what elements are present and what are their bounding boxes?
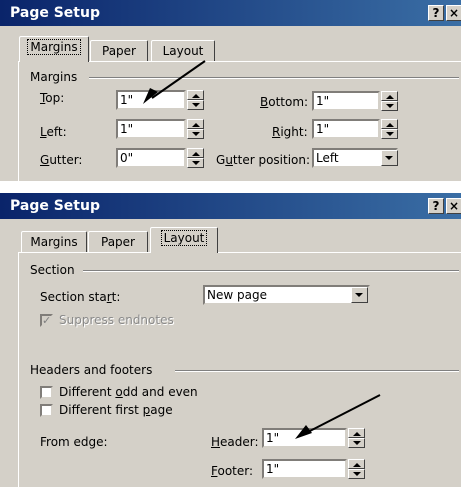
spin-down-button[interactable] [187,129,204,139]
footer-label: Footer: [211,464,254,478]
spin-up-button[interactable] [187,148,204,158]
chevron-down-icon [355,293,363,297]
dialog-title: Page Setup [10,198,100,214]
title-bar: Page Setup ? × [0,0,461,26]
group-divider [175,370,459,372]
help-button[interactable]: ? [428,5,444,21]
arrow-down-icon [353,472,361,476]
section-group-label: Section [30,263,75,277]
spin-down-button[interactable] [348,469,365,479]
arrow-down-icon [386,104,394,108]
tab-margins[interactable]: Margins [21,231,87,254]
tab-paper-label: Paper [101,235,135,249]
dialog-title: Page Setup [10,5,100,21]
footer-spinner[interactable] [348,459,365,479]
spin-up-button[interactable] [381,119,398,129]
chevron-down-icon [385,156,393,160]
top-label: Top: [40,91,65,105]
close-button[interactable]: × [446,198,461,214]
arrow-down-icon [192,161,200,165]
tab-layout[interactable]: Layout [150,227,218,253]
gutter-input[interactable]: 0" [116,148,186,168]
arrow-up-icon [192,152,200,156]
spin-down-button[interactable] [187,158,204,168]
different-first-page-checkbox[interactable] [40,404,53,417]
spin-down-button[interactable] [381,101,398,111]
footer-input[interactable]: 1" [262,459,347,479]
section-start-select[interactable]: New page [203,285,370,305]
page-setup-dialog-margins: Page Setup ? × Margins Paper Layout Marg… [0,0,461,181]
arrow-up-icon [192,123,200,127]
tab-margins[interactable]: Margins [19,36,89,62]
tab-layout-label: Layout [160,230,208,246]
tab-layout-label: Layout [162,44,204,58]
spin-up-button[interactable] [348,459,365,469]
gutter-position-label: Gutter position: [216,153,311,167]
gutter-spinner[interactable] [187,148,204,168]
gutter-label: Gutter: [40,153,83,167]
bottom-spinner[interactable] [381,91,398,111]
help-button[interactable]: ? [428,198,444,214]
annotation-arrow-icon [143,60,206,104]
different-odd-even-checkbox[interactable] [40,386,53,399]
spin-down-button[interactable] [381,129,398,139]
left-spinner[interactable] [187,119,204,139]
tab-paper-label: Paper [102,44,136,58]
arrow-down-icon [386,132,394,136]
arrow-down-icon [192,132,200,136]
arrow-up-icon [386,95,394,99]
arrow-up-icon [386,123,394,127]
bottom-input[interactable]: 1" [312,91,380,111]
close-button[interactable]: × [446,5,461,21]
different-first-page-label: Different first page [59,403,173,417]
right-input[interactable]: 1" [312,119,380,139]
annotation-arrow-icon [295,394,381,439]
tab-margins-label: Margins [30,235,78,249]
section-start-label: Section start: [40,290,121,304]
gutter-position-dropdown-button[interactable] [381,150,398,166]
right-label: Right: [272,125,308,139]
headers-footers-group-label: Headers and footers [30,363,153,377]
bottom-label: Bottom: [260,95,309,109]
title-bar: Page Setup ? × [0,193,461,219]
from-edge-label: From edge: [40,435,108,449]
spin-up-button[interactable] [187,119,204,129]
section-start-dropdown-button[interactable] [351,287,368,303]
different-odd-even-label: Different odd and even [59,385,198,399]
spin-up-button[interactable] [381,91,398,101]
header-label: Header: [211,435,259,449]
left-input[interactable]: 1" [116,119,186,139]
arrow-up-icon [353,463,361,467]
tab-margins-label: Margins [27,39,81,55]
left-label: Left: [40,125,67,139]
group-divider [83,270,459,272]
right-spinner[interactable] [381,119,398,139]
suppress-endnotes-checkbox[interactable]: ✓ [40,314,53,327]
page-setup-dialog-layout: Page Setup ? × Margins Paper Layout Sect… [0,193,461,487]
suppress-endnotes-label: Suppress endnotes [59,313,174,327]
margins-group-label: Margins [30,70,78,84]
tab-paper[interactable]: Paper [88,231,148,254]
